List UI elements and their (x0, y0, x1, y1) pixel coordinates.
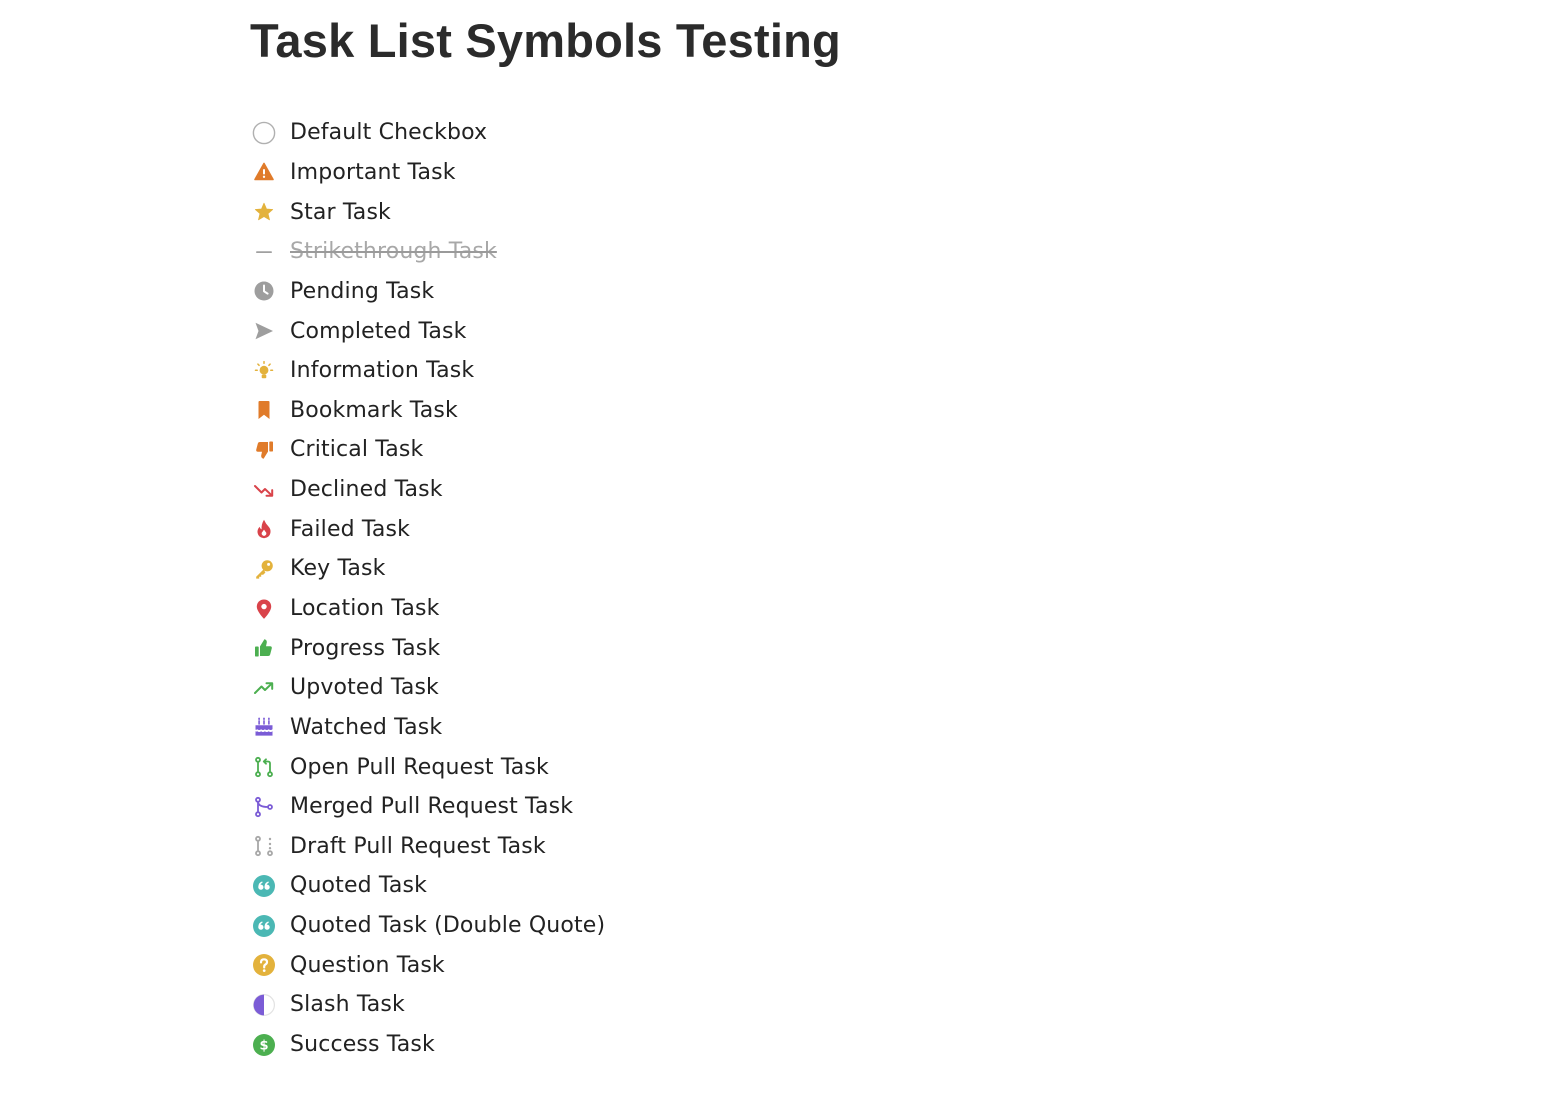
task-label: Merged Pull Request Task (290, 794, 574, 820)
task-item-failed[interactable]: Failed Task (252, 509, 605, 549)
quote-icon[interactable] (252, 874, 276, 898)
task-item-key[interactable]: Key Task (252, 549, 605, 589)
task-label: Draft Pull Request Task (290, 833, 546, 859)
task-label: Critical Task (290, 437, 424, 463)
task-label: Question Task (290, 952, 445, 978)
task-label: Success Task (290, 1032, 435, 1058)
task-item-critical[interactable]: Critical Task (252, 430, 605, 470)
lightbulb-icon[interactable] (252, 359, 276, 383)
task-item-success[interactable]: $ Success Task (252, 1025, 605, 1065)
dollar-circle-icon[interactable]: $ (252, 1033, 276, 1057)
task-item-merged-pull-request[interactable]: Merged Pull Request Task (252, 787, 605, 827)
task-item-bookmark[interactable]: Bookmark Task (252, 390, 605, 430)
task-item-important[interactable]: Important Task (252, 153, 605, 193)
svg-text:$: $ (259, 1038, 268, 1053)
task-item-strikethrough[interactable]: Strikethrough Task (252, 232, 605, 272)
dash-icon[interactable] (252, 240, 276, 264)
task-item-question[interactable]: Question Task (252, 945, 605, 985)
warning-triangle-icon[interactable] (252, 160, 276, 184)
task-item-quoted-double[interactable]: Quoted Task (Double Quote) (252, 906, 605, 946)
thumbs-down-icon[interactable] (252, 438, 276, 462)
task-list: Default Checkbox Important Task Star Tas… (252, 113, 605, 1064)
task-label: Strikethrough Task (290, 239, 497, 265)
task-item-progress[interactable]: Progress Task (252, 628, 605, 668)
quote-icon[interactable] (252, 914, 276, 938)
trending-down-icon[interactable] (252, 478, 276, 502)
task-item-information[interactable]: Information Task (252, 351, 605, 391)
task-item-upvoted[interactable]: Upvoted Task (252, 668, 605, 708)
page-title: Task List Symbols Testing (250, 14, 841, 67)
task-label: Bookmark Task (290, 397, 458, 423)
task-label: Pending Task (290, 278, 435, 304)
fire-icon[interactable] (252, 517, 276, 541)
task-label: Upvoted Task (290, 675, 439, 701)
empty-checkbox-icon[interactable] (252, 121, 276, 145)
pull-request-icon[interactable] (252, 755, 276, 779)
task-item-completed[interactable]: Completed Task (252, 311, 605, 351)
task-item-quoted[interactable]: Quoted Task (252, 866, 605, 906)
star-icon[interactable] (252, 200, 276, 224)
page: Task List Symbols Testing Default Checkb… (0, 0, 1554, 1098)
paper-plane-icon[interactable] (252, 319, 276, 343)
thumbs-up-icon[interactable] (252, 636, 276, 660)
task-item-open-pull-request[interactable]: Open Pull Request Task (252, 747, 605, 787)
task-label: Star Task (290, 199, 391, 225)
merge-icon[interactable] (252, 795, 276, 819)
task-item-slash[interactable]: Slash Task (252, 985, 605, 1025)
task-label: Open Pull Request Task (290, 754, 549, 780)
task-item-pending[interactable]: Pending Task (252, 272, 605, 312)
map-pin-icon[interactable] (252, 597, 276, 621)
task-label: Progress Task (290, 635, 441, 661)
task-label: Completed Task (290, 318, 467, 344)
task-label: Declined Task (290, 477, 443, 503)
task-label: Location Task (290, 596, 440, 621)
task-label: Failed Task (290, 516, 410, 542)
trending-up-icon[interactable] (252, 676, 276, 700)
draft-pull-request-icon[interactable] (252, 834, 276, 858)
task-label: Quoted Task (Double Quote) (290, 913, 606, 939)
task-item-declined[interactable]: Declined Task (252, 470, 605, 510)
clock-icon[interactable] (252, 279, 276, 303)
task-label: Default Checkbox (290, 120, 488, 146)
task-item-location[interactable]: Location Task (252, 589, 605, 629)
cake-icon[interactable] (252, 715, 276, 739)
task-item-draft-pull-request[interactable]: Draft Pull Request Task (252, 827, 605, 867)
question-circle-icon[interactable] (252, 953, 276, 977)
task-label: Important Task (290, 159, 456, 185)
task-label: Key Task (290, 556, 386, 582)
task-label: Quoted Task (290, 873, 427, 899)
task-label: Slash Task (290, 992, 405, 1018)
bookmark-icon[interactable] (252, 398, 276, 422)
half-circle-icon[interactable] (252, 993, 276, 1017)
task-item-default-checkbox[interactable]: Default Checkbox (252, 113, 605, 153)
task-item-watched[interactable]: Watched Task (252, 708, 605, 748)
task-item-star[interactable]: Star Task (252, 192, 605, 232)
key-icon[interactable] (252, 557, 276, 581)
task-label: Watched Task (290, 714, 443, 740)
task-label: Information Task (290, 358, 475, 384)
